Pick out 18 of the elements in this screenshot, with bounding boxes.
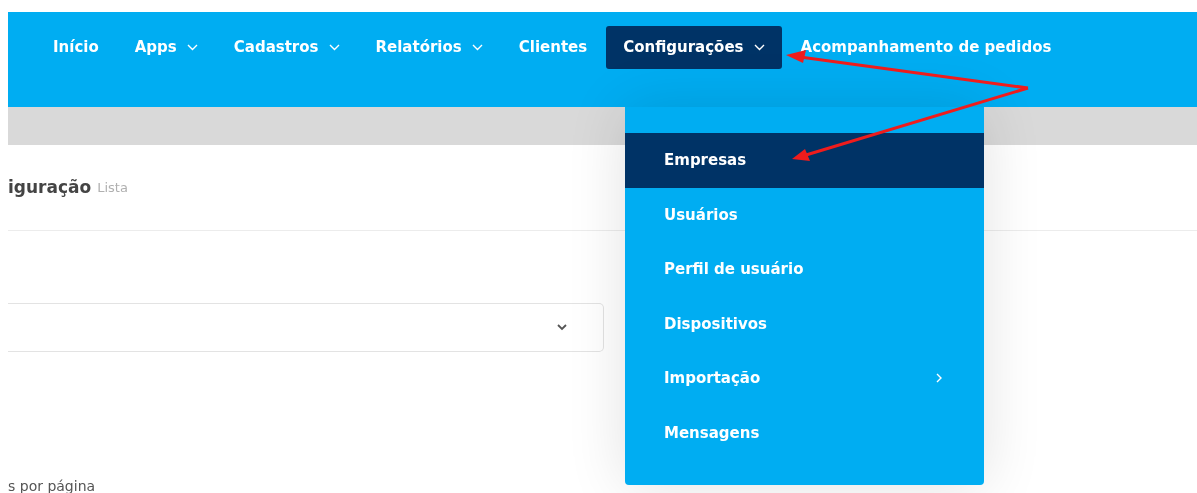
menu-item[interactable]: Empresas xyxy=(625,133,984,188)
nav-item[interactable]: Início xyxy=(36,26,116,69)
nav-item[interactable]: Acompanhamento de pedidos xyxy=(783,26,1069,69)
nav-item[interactable]: Configurações xyxy=(606,26,782,69)
menu-item[interactable]: Dispositivos xyxy=(625,296,984,351)
per-page-label: s por página xyxy=(8,478,96,493)
menu-item[interactable]: Usuários xyxy=(625,187,984,242)
menu-item[interactable]: Importação xyxy=(625,351,984,406)
nav-item[interactable]: Apps xyxy=(117,26,215,69)
nav-item[interactable]: Relatórios xyxy=(358,26,500,69)
menu-item[interactable]: Mensagens xyxy=(625,405,984,460)
nav-item[interactable]: Cadastros xyxy=(216,26,357,69)
select-field[interactable] xyxy=(8,303,604,352)
menu-item[interactable]: Perfil de usuário xyxy=(625,242,984,297)
page-title: iguração xyxy=(8,175,92,199)
page-subtitle: Lista xyxy=(97,178,128,197)
nav-item[interactable]: Clientes xyxy=(501,26,605,69)
chevron-down-icon xyxy=(557,324,567,331)
